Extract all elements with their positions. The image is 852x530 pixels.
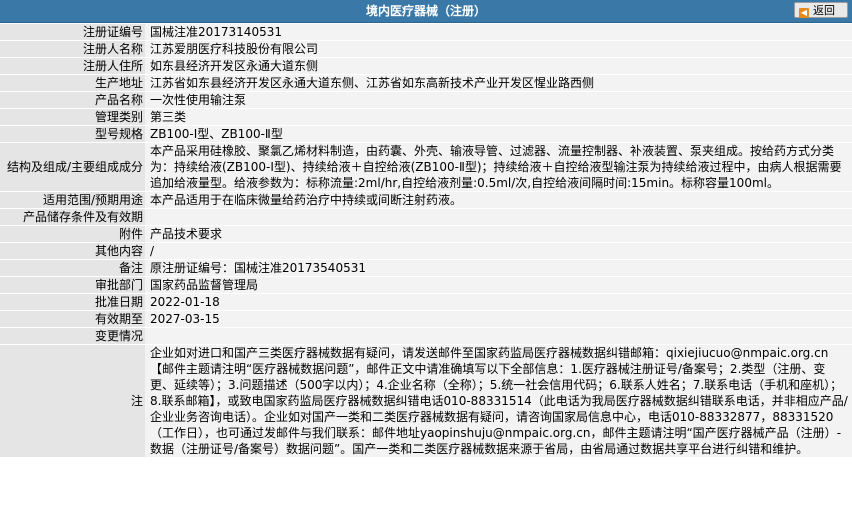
row-value: 本产品适用于在临床微量给药治疗中持续或间断注射药液。 [145, 192, 852, 208]
back-button-label: 返回 [813, 4, 835, 17]
note-text: 企业如对进口和国产三类医疗器械数据有疑问，请发送邮件至国家药监局医疗器械数据纠错… [145, 345, 852, 457]
row-label: 备注 [0, 260, 145, 276]
row-label: 有效期至 [0, 311, 145, 327]
row-label: 结构及组成/主要组成成分 [0, 143, 145, 191]
row-attachment: 附件 产品技术要求 [0, 226, 852, 242]
row-change-history: 变更情况 [0, 328, 852, 344]
row-label: 其他内容 [0, 243, 145, 259]
note-label: 注 [0, 345, 145, 457]
row-value: 原注册证编号：国械注准20173540531 [145, 260, 852, 276]
back-button[interactable]: ◀ 返回 [794, 2, 848, 18]
row-label: 管理类别 [0, 109, 145, 125]
row-reg-number: 注册证编号 国械注准20173140531 [0, 24, 852, 40]
detail-page: 境内医疗器械（注册） ◀ 返回 注册证编号 国械注准20173140531 注册人… [0, 0, 852, 530]
info-table: 注册证编号 国械注准20173140531 注册人名称 江苏爱朋医疗科技股份有限… [0, 23, 852, 458]
row-value: 如东县经济开发区永通大道东侧 [145, 58, 852, 74]
row-value: 产品技术要求 [145, 226, 852, 242]
row-label: 批准日期 [0, 294, 145, 310]
row-value: 2027-03-15 [145, 311, 852, 327]
back-arrow-icon: ◀ [799, 8, 809, 18]
row-valid-until: 有效期至 2027-03-15 [0, 311, 852, 327]
row-intended-use: 适用范围/预期用途 本产品适用于在临床微量给药治疗中持续或间断注射药液。 [0, 192, 852, 208]
row-label: 产品储存条件及有效期 [0, 209, 145, 225]
row-model-spec: 型号规格 ZB100-Ⅰ型、ZB100-Ⅱ型 [0, 126, 852, 142]
row-value: 2022-01-18 [145, 294, 852, 310]
row-label: 注册人名称 [0, 41, 145, 57]
row-label: 附件 [0, 226, 145, 242]
row-remarks: 备注 原注册证编号：国械注准20173540531 [0, 260, 852, 276]
row-label: 注册证编号 [0, 24, 145, 40]
row-registrant-name: 注册人名称 江苏爱朋医疗科技股份有限公司 [0, 41, 852, 57]
row-note: 注 企业如对进口和国产三类医疗器械数据有疑问，请发送邮件至国家药监局医疗器械数据… [0, 345, 852, 457]
title-bar: 境内医疗器械（注册） ◀ 返回 [0, 0, 852, 23]
row-label: 生产地址 [0, 75, 145, 91]
row-value: 国械注准20173140531 [145, 24, 852, 40]
row-value: ZB100-Ⅰ型、ZB100-Ⅱ型 [145, 126, 852, 142]
row-registrant-address: 注册人住所 如东县经济开发区永通大道东侧 [0, 58, 852, 74]
row-storage-validity: 产品储存条件及有效期 [0, 209, 852, 225]
row-approval-date: 批准日期 2022-01-18 [0, 294, 852, 310]
row-label: 变更情况 [0, 328, 145, 344]
row-value: 江苏省如东县经济开发区永通大道东侧、江苏省如东高新技术产业开发区惺业路西侧 [145, 75, 852, 91]
row-approval-department: 审批部门 国家药品监督管理局 [0, 277, 852, 293]
page-title: 境内医疗器械（注册） [365, 4, 486, 18]
row-value: 一次性使用输注泵 [145, 92, 852, 108]
row-structure-composition: 结构及组成/主要组成成分 本产品采用硅橡胶、聚氯乙烯材料制造，由药囊、外壳、输液… [0, 143, 852, 191]
row-label: 产品名称 [0, 92, 145, 108]
row-value [145, 328, 852, 344]
row-value: 国家药品监督管理局 [145, 277, 852, 293]
row-other-content: 其他内容 / [0, 243, 852, 259]
row-label: 审批部门 [0, 277, 145, 293]
row-value: 本产品采用硅橡胶、聚氯乙烯材料制造，由药囊、外壳、输液导管、过滤器、流量控制器、… [145, 143, 852, 191]
row-label: 注册人住所 [0, 58, 145, 74]
row-value: 第三类 [145, 109, 852, 125]
row-label: 型号规格 [0, 126, 145, 142]
row-value: / [145, 243, 852, 259]
row-management-class: 管理类别 第三类 [0, 109, 852, 125]
row-value: 江苏爱朋医疗科技股份有限公司 [145, 41, 852, 57]
row-production-address: 生产地址 江苏省如东县经济开发区永通大道东侧、江苏省如东高新技术产业开发区惺业路… [0, 75, 852, 91]
row-value [145, 209, 852, 225]
row-product-name: 产品名称 一次性使用输注泵 [0, 92, 852, 108]
row-label: 适用范围/预期用途 [0, 192, 145, 208]
